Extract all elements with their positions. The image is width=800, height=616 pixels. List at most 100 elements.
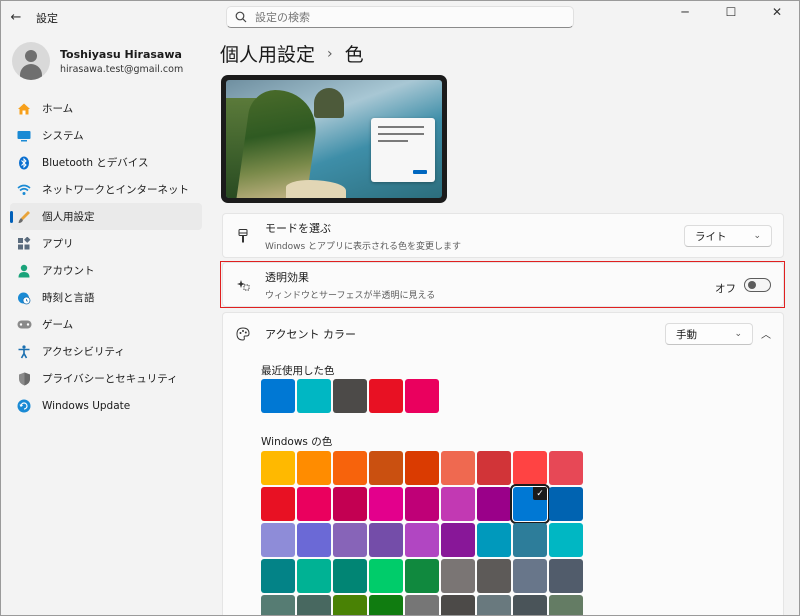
back-button[interactable]: ←	[6, 8, 26, 26]
windows-color-swatch[interactable]	[369, 451, 403, 485]
sidebar-item-bluetooth[interactable]: Bluetooth とデバイス	[10, 149, 202, 176]
windows-color-swatch[interactable]	[477, 559, 511, 593]
windows-color-swatch[interactable]	[405, 523, 439, 557]
windows-color-swatch[interactable]	[549, 559, 583, 593]
chevron-up-icon[interactable]: ︿	[761, 326, 771, 341]
sidebar-item-network[interactable]: ネットワークとインターネット	[10, 176, 202, 203]
transparency-toggle[interactable]	[744, 278, 771, 292]
bluetooth-icon	[16, 155, 32, 171]
windows-color-swatch[interactable]	[333, 451, 367, 485]
windows-color-swatch[interactable]	[405, 559, 439, 593]
windows-color-swatch[interactable]	[405, 595, 439, 616]
user-profile[interactable]: Toshiyasu Hirasawa hirasawa.test@gmail.c…	[12, 42, 183, 80]
windows-color-swatch[interactable]	[513, 451, 547, 485]
accent-title: アクセント カラー	[265, 327, 356, 341]
windows-color-swatch[interactable]	[261, 451, 295, 485]
accent-color-card[interactable]: アクセント カラー 手動 ⌄ ︿	[222, 312, 784, 355]
recent-color-swatch[interactable]	[333, 379, 367, 413]
chevron-down-icon: ⌄	[734, 329, 742, 339]
mode-card: モードを選ぶ Windows とアプリに表示される色を変更します ライト ⌄	[222, 213, 784, 258]
windows-color-swatch[interactable]	[441, 595, 475, 616]
windows-color-swatch[interactable]	[333, 559, 367, 593]
windows-color-swatch[interactable]	[549, 451, 583, 485]
windows-color-swatch[interactable]	[297, 559, 331, 593]
windows-color-swatch[interactable]	[333, 487, 367, 521]
windows-color-swatch[interactable]	[297, 487, 331, 521]
windows-color-swatch[interactable]	[477, 523, 511, 557]
breadcrumb-separator: ›	[327, 45, 333, 62]
recent-color-swatch[interactable]	[369, 379, 403, 413]
windows-color-swatch[interactable]	[477, 487, 511, 521]
sidebar-item-home[interactable]: ホーム	[10, 95, 202, 122]
windows-color-swatch[interactable]	[297, 451, 331, 485]
windows-color-swatch[interactable]	[513, 595, 547, 616]
windows-color-swatch[interactable]	[297, 595, 331, 616]
windows-color-swatch[interactable]	[477, 595, 511, 616]
accent-color-panel: 最近使用した色 Windows の色 ✓	[222, 354, 784, 616]
windows-color-swatch[interactable]	[549, 487, 583, 521]
profile-email: hirasawa.test@gmail.com	[60, 63, 184, 75]
windows-color-swatch[interactable]	[441, 451, 475, 485]
transparency-card: 透明効果 ウィンドウとサーフェスが半透明に見える オフ	[222, 262, 784, 307]
sidebar-item-gaming[interactable]: ゲーム	[10, 311, 202, 338]
windows-color-swatch[interactable]	[261, 487, 295, 521]
sidebar-item-label: Windows Update	[42, 399, 131, 412]
windows-color-swatch[interactable]	[513, 523, 547, 557]
recent-color-swatch[interactable]	[297, 379, 331, 413]
windows-color-swatch[interactable]	[405, 451, 439, 485]
search-input[interactable]	[255, 10, 555, 24]
windows-color-swatch[interactable]	[369, 559, 403, 593]
windows-color-swatch[interactable]	[549, 523, 583, 557]
sidebar-nav: ホーム システム Bluetooth とデバイス ネットワークとインターネット …	[10, 95, 202, 419]
windows-color-swatch[interactable]	[261, 595, 295, 616]
windows-color-swatch[interactable]	[549, 595, 583, 616]
maximize-button[interactable]: ☐	[708, 0, 754, 24]
windows-color-swatch[interactable]	[333, 523, 367, 557]
windows-color-swatch[interactable]	[441, 487, 475, 521]
windows-color-swatch[interactable]: ✓	[510, 484, 550, 524]
windows-color-swatch[interactable]	[261, 559, 295, 593]
sidebar-item-accounts[interactable]: アカウント	[10, 257, 202, 284]
sidebar-item-system[interactable]: システム	[10, 122, 202, 149]
theme-preview	[221, 75, 447, 203]
windows-color-swatch[interactable]	[369, 595, 403, 616]
windows-color-swatch[interactable]	[441, 523, 475, 557]
sidebar-item-windows-update[interactable]: Windows Update	[10, 392, 202, 419]
windows-color-swatch[interactable]	[405, 487, 439, 521]
palette-icon	[235, 326, 251, 342]
windows-color-swatch[interactable]	[513, 559, 547, 593]
windows-color-swatch[interactable]	[369, 523, 403, 557]
minimize-button[interactable]: ─	[662, 0, 708, 24]
sparkle-icon	[235, 277, 251, 293]
chevron-down-icon: ⌄	[753, 231, 761, 241]
sidebar-item-label: アカウント	[42, 265, 95, 277]
toggle-state-label: オフ	[715, 283, 736, 295]
sidebar-item-apps[interactable]: アプリ	[10, 230, 202, 257]
sidebar-item-personalization[interactable]: 個人用設定	[10, 203, 202, 230]
windows-colors-label: Windows の色	[261, 436, 333, 448]
recent-color-swatch[interactable]	[261, 379, 295, 413]
recent-color-swatch[interactable]	[405, 379, 439, 413]
windows-color-swatch[interactable]	[441, 559, 475, 593]
close-button[interactable]: ✕	[754, 0, 800, 24]
sidebar-item-label: 時刻と言語	[42, 292, 95, 304]
accent-dropdown[interactable]: 手動 ⌄	[665, 323, 753, 345]
brush-icon	[16, 209, 32, 225]
checkmark-icon: ✓	[533, 487, 547, 500]
mode-dropdown[interactable]: ライト ⌄	[684, 225, 772, 247]
search-box[interactable]	[226, 6, 574, 28]
windows-color-swatch[interactable]	[333, 595, 367, 616]
windows-color-swatch[interactable]	[297, 523, 331, 557]
transparency-title: 透明効果	[265, 270, 309, 284]
windows-color-swatch[interactable]	[261, 523, 295, 557]
profile-name: Toshiyasu Hirasawa	[60, 47, 182, 61]
sidebar-item-accessibility[interactable]: アクセシビリティ	[10, 338, 202, 365]
sidebar-item-time-language[interactable]: 時刻と言語	[10, 284, 202, 311]
windows-color-swatch[interactable]	[477, 451, 511, 485]
wifi-icon	[16, 182, 32, 198]
update-icon	[16, 398, 32, 414]
sidebar-item-label: ゲーム	[42, 319, 74, 331]
breadcrumb-parent[interactable]: 個人用設定	[220, 40, 315, 67]
windows-color-swatch[interactable]	[369, 487, 403, 521]
sidebar-item-privacy[interactable]: プライバシーとセキュリティ	[10, 365, 202, 392]
